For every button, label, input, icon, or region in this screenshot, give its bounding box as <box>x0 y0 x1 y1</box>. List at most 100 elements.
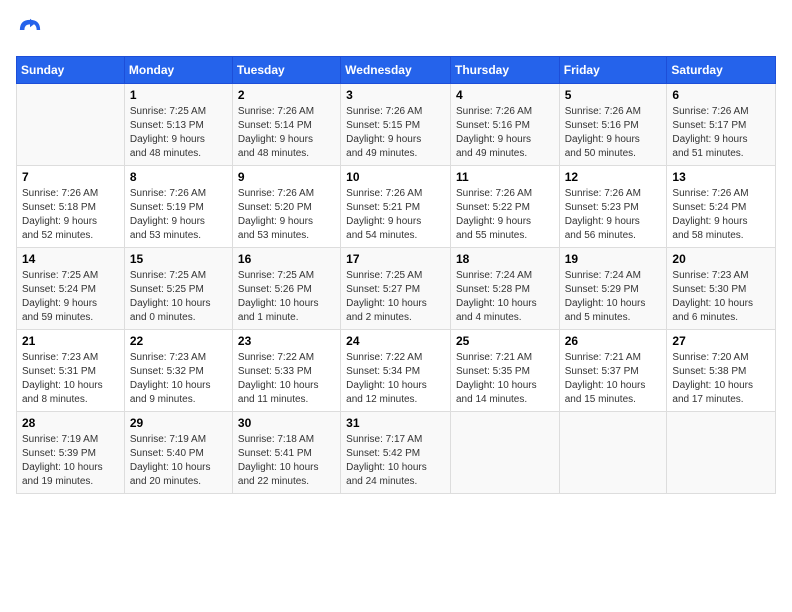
calendar-table: SundayMondayTuesdayWednesdayThursdayFrid… <box>16 56 776 494</box>
day-number: 25 <box>456 334 554 348</box>
day-number: 30 <box>238 416 335 430</box>
calendar-cell: 18 Sunrise: 7:24 AMSunset: 5:28 PMDayligh… <box>450 248 559 330</box>
day-info: Sunrise: 7:26 AMSunset: 5:16 PMDaylight:… <box>456 105 554 161</box>
calendar-cell: 13 Sunrise: 7:26 AMSunset: 5:24 PMDayligh… <box>667 166 776 248</box>
calendar-cell: 15 Sunrise: 7:25 AMSunset: 5:25 PMDayligh… <box>124 248 232 330</box>
day-header-saturday: Saturday <box>667 57 776 84</box>
calendar-cell: 7 Sunrise: 7:26 AMSunset: 5:18 PMDaylight… <box>17 166 125 248</box>
day-info: Sunrise: 7:26 AMSunset: 5:20 PMDaylight:… <box>238 187 335 243</box>
day-number: 8 <box>130 170 227 184</box>
day-info: Sunrise: 7:26 AMSunset: 5:19 PMDaylight:… <box>130 187 227 243</box>
calendar-cell: 2 Sunrise: 7:26 AMSunset: 5:14 PMDaylight… <box>232 84 340 166</box>
day-info: Sunrise: 7:19 AMSunset: 5:39 PMDaylight:… <box>22 433 119 489</box>
day-number: 4 <box>456 88 554 102</box>
day-number: 21 <box>22 334 119 348</box>
calendar-cell: 9 Sunrise: 7:26 AMSunset: 5:20 PMDaylight… <box>232 166 340 248</box>
day-info: Sunrise: 7:25 AMSunset: 5:24 PMDaylight:… <box>22 269 119 325</box>
calendar-week-row: 28 Sunrise: 7:19 AMSunset: 5:39 PMDayligh… <box>17 412 776 494</box>
calendar-cell: 1 Sunrise: 7:25 AMSunset: 5:13 PMDaylight… <box>124 84 232 166</box>
calendar-cell: 16 Sunrise: 7:25 AMSunset: 5:26 PMDayligh… <box>232 248 340 330</box>
day-info: Sunrise: 7:24 AMSunset: 5:28 PMDaylight:… <box>456 269 554 325</box>
day-info: Sunrise: 7:22 AMSunset: 5:33 PMDaylight:… <box>238 351 335 407</box>
calendar-cell: 22Sunrise: 7:23 AMSunset: 5:32 PMDayligh… <box>124 330 232 412</box>
day-info: Sunrise: 7:26 AMSunset: 5:16 PMDaylight:… <box>565 105 662 161</box>
day-number: 24 <box>346 334 445 348</box>
day-info: Sunrise: 7:23 AMSunset: 5:30 PMDaylight:… <box>672 269 770 325</box>
calendar-cell: 19 Sunrise: 7:24 AMSunset: 5:29 PMDayligh… <box>559 248 667 330</box>
day-number: 20 <box>672 252 770 266</box>
day-number: 10 <box>346 170 445 184</box>
day-number: 23 <box>238 334 335 348</box>
calendar-cell: 23 Sunrise: 7:22 AMSunset: 5:33 PMDayligh… <box>232 330 340 412</box>
day-info: Sunrise: 7:26 AMSunset: 5:15 PMDaylight:… <box>346 105 445 161</box>
calendar-cell: 25 Sunrise: 7:21 AMSunset: 5:35 PMDayligh… <box>450 330 559 412</box>
calendar-cell: 21 Sunrise: 7:23 AMSunset: 5:31 PMDayligh… <box>17 330 125 412</box>
day-number: 13 <box>672 170 770 184</box>
day-number: 17 <box>346 252 445 266</box>
calendar-cell: 4 Sunrise: 7:26 AMSunset: 5:16 PMDaylight… <box>450 84 559 166</box>
logo <box>16 16 48 44</box>
day-info: Sunrise: 7:23 AMSunset: 5:31 PMDaylight:… <box>22 351 119 407</box>
calendar-cell: 17 Sunrise: 7:25 AMSunset: 5:27 PMDayligh… <box>341 248 451 330</box>
day-info: Sunrise: 7:26 AMSunset: 5:23 PMDaylight:… <box>565 187 662 243</box>
day-number: 14 <box>22 252 119 266</box>
day-header-sunday: Sunday <box>17 57 125 84</box>
calendar-cell <box>17 84 125 166</box>
calendar-cell: 11Sunrise: 7:26 AMSunset: 5:22 PMDayligh… <box>450 166 559 248</box>
calendar-week-row: 21 Sunrise: 7:23 AMSunset: 5:31 PMDayligh… <box>17 330 776 412</box>
calendar-cell: 10Sunrise: 7:26 AMSunset: 5:21 PMDayligh… <box>341 166 451 248</box>
calendar-week-row: 7 Sunrise: 7:26 AMSunset: 5:18 PMDaylight… <box>17 166 776 248</box>
day-number: 6 <box>672 88 770 102</box>
calendar-cell <box>667 412 776 494</box>
day-number: 5 <box>565 88 662 102</box>
day-info: Sunrise: 7:26 AMSunset: 5:14 PMDaylight:… <box>238 105 335 161</box>
day-number: 27 <box>672 334 770 348</box>
calendar-week-row: 14 Sunrise: 7:25 AMSunset: 5:24 PMDayligh… <box>17 248 776 330</box>
day-info: Sunrise: 7:25 AMSunset: 5:25 PMDaylight:… <box>130 269 227 325</box>
day-info: Sunrise: 7:21 AMSunset: 5:35 PMDaylight:… <box>456 351 554 407</box>
day-info: Sunrise: 7:19 AMSunset: 5:40 PMDaylight:… <box>130 433 227 489</box>
calendar-cell <box>450 412 559 494</box>
day-number: 26 <box>565 334 662 348</box>
day-number: 12 <box>565 170 662 184</box>
day-number: 2 <box>238 88 335 102</box>
calendar-cell: 29Sunrise: 7:19 AMSunset: 5:40 PMDayligh… <box>124 412 232 494</box>
day-info: Sunrise: 7:25 AMSunset: 5:27 PMDaylight:… <box>346 269 445 325</box>
calendar-cell: 5 Sunrise: 7:26 AMSunset: 5:16 PMDaylight… <box>559 84 667 166</box>
day-number: 31 <box>346 416 445 430</box>
day-number: 18 <box>456 252 554 266</box>
day-info: Sunrise: 7:26 AMSunset: 5:18 PMDaylight:… <box>22 187 119 243</box>
day-number: 28 <box>22 416 119 430</box>
calendar-cell: 12 Sunrise: 7:26 AMSunset: 5:23 PMDayligh… <box>559 166 667 248</box>
day-info: Sunrise: 7:21 AMSunset: 5:37 PMDaylight:… <box>565 351 662 407</box>
calendar-cell: 30 Sunrise: 7:18 AMSunset: 5:41 PMDayligh… <box>232 412 340 494</box>
day-info: Sunrise: 7:25 AMSunset: 5:13 PMDaylight:… <box>130 105 227 161</box>
calendar-cell: 31 Sunrise: 7:17 AMSunset: 5:42 PMDayligh… <box>341 412 451 494</box>
calendar-cell: 26 Sunrise: 7:21 AMSunset: 5:37 PMDayligh… <box>559 330 667 412</box>
day-info: Sunrise: 7:17 AMSunset: 5:42 PMDaylight:… <box>346 433 445 489</box>
day-info: Sunrise: 7:26 AMSunset: 5:24 PMDaylight:… <box>672 187 770 243</box>
calendar-cell <box>559 412 667 494</box>
day-header-wednesday: Wednesday <box>341 57 451 84</box>
day-info: Sunrise: 7:25 AMSunset: 5:26 PMDaylight:… <box>238 269 335 325</box>
day-number: 1 <box>130 88 227 102</box>
day-number: 22 <box>130 334 227 348</box>
day-number: 3 <box>346 88 445 102</box>
calendar-cell: 27 Sunrise: 7:20 AMSunset: 5:38 PMDayligh… <box>667 330 776 412</box>
day-info: Sunrise: 7:24 AMSunset: 5:29 PMDaylight:… <box>565 269 662 325</box>
day-number: 19 <box>565 252 662 266</box>
day-number: 9 <box>238 170 335 184</box>
day-number: 15 <box>130 252 227 266</box>
logo-icon <box>16 16 44 44</box>
day-header-tuesday: Tuesday <box>232 57 340 84</box>
day-info: Sunrise: 7:22 AMSunset: 5:34 PMDaylight:… <box>346 351 445 407</box>
day-info: Sunrise: 7:18 AMSunset: 5:41 PMDaylight:… <box>238 433 335 489</box>
day-header-friday: Friday <box>559 57 667 84</box>
calendar-cell: 20 Sunrise: 7:23 AMSunset: 5:30 PMDayligh… <box>667 248 776 330</box>
day-info: Sunrise: 7:20 AMSunset: 5:38 PMDaylight:… <box>672 351 770 407</box>
calendar-week-row: 1 Sunrise: 7:25 AMSunset: 5:13 PMDaylight… <box>17 84 776 166</box>
calendar-cell: 8 Sunrise: 7:26 AMSunset: 5:19 PMDaylight… <box>124 166 232 248</box>
calendar-cell: 3 Sunrise: 7:26 AMSunset: 5:15 PMDaylight… <box>341 84 451 166</box>
day-number: 16 <box>238 252 335 266</box>
day-number: 7 <box>22 170 119 184</box>
